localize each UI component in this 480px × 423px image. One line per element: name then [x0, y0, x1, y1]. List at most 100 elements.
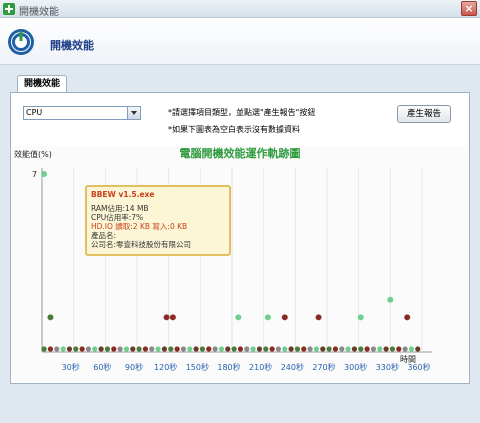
baseline-point — [377, 346, 383, 352]
window-titlebar: 開機效能 × — [0, 0, 480, 18]
close-button[interactable]: × — [461, 1, 477, 16]
x-tick-label: 210秒 — [249, 362, 272, 372]
baseline-point — [206, 346, 212, 352]
chart-title: 電腦開機效能運作軌跡圖 — [180, 146, 301, 160]
baseline-point — [98, 346, 104, 352]
x-tick-label: 150秒 — [186, 362, 209, 372]
baseline-point — [41, 346, 47, 352]
baseline-point — [402, 346, 408, 352]
baseline-point — [47, 346, 54, 352]
type-select[interactable]: CPU — [23, 106, 141, 120]
baseline-point — [66, 346, 73, 352]
app-icon — [3, 3, 15, 15]
baseline-point — [269, 346, 275, 352]
data-point — [281, 314, 288, 321]
baseline-point — [332, 346, 339, 352]
baseline-point — [351, 346, 358, 352]
data-point — [47, 314, 54, 321]
baseline-point — [345, 346, 351, 352]
baseline-point — [364, 346, 370, 352]
x-tick-label: 120秒 — [154, 362, 177, 372]
baseline-point — [161, 346, 168, 352]
baseline-point — [136, 346, 142, 352]
baseline-point — [174, 346, 180, 352]
baseline-point — [149, 346, 155, 352]
baseline-point — [415, 346, 421, 352]
baseline-point — [389, 346, 396, 352]
tooltip-ram: RAM佔用:14 MB — [91, 204, 149, 213]
x-tick-label: 270秒 — [312, 362, 335, 372]
baseline-point — [263, 346, 269, 352]
x-tick-label: 30秒 — [62, 362, 80, 372]
chart-area: 電腦開機效能運作軌跡圖 效能值(%) 7 時間 30秒 60秒 90秒 120秒 150秒 180… — [12, 146, 468, 382]
baseline-point — [288, 346, 294, 352]
tooltip-company: 公司名:零壹科技股份有限公司 — [91, 240, 192, 249]
baseline-point — [339, 346, 345, 352]
baseline-point — [111, 346, 117, 352]
baseline-point — [123, 346, 130, 352]
baseline-point — [79, 346, 85, 352]
x-tick-label: 360秒 — [407, 362, 430, 372]
baseline-point — [307, 346, 313, 352]
data-point — [169, 314, 176, 321]
y-tick-label: 7 — [32, 170, 37, 179]
x-tick-label: 330秒 — [376, 362, 399, 372]
data-point — [404, 314, 411, 321]
data-point — [264, 314, 271, 321]
baseline-point — [168, 346, 174, 352]
window-title: 開機效能 — [19, 7, 59, 18]
x-tick-label: 240秒 — [281, 362, 304, 372]
tab-boot-performance[interactable]: 開機效能 — [17, 75, 67, 93]
baseline-point — [358, 346, 364, 352]
baseline-point — [218, 346, 225, 352]
baseline-point — [301, 346, 307, 352]
data-point — [315, 314, 322, 321]
data-point — [357, 314, 364, 321]
x-tick-label: 60秒 — [93, 362, 111, 372]
baseline-point — [225, 346, 231, 352]
type-select-value: CPU — [26, 108, 43, 117]
x-tick-label: 300秒 — [344, 362, 367, 372]
header-banner: 開機效能 — [0, 18, 480, 65]
data-point — [41, 171, 48, 177]
performance-chart: 電腦開機效能運作軌跡圖效能值(%)7時間30秒 60秒 90秒 120秒 150秒 180… — [14, 146, 432, 372]
baseline-point — [231, 346, 237, 352]
data-point — [235, 314, 242, 321]
process-tooltip: BBEW v1.5.exe RAM佔用:14 MB CPU佔用率:7% HD.I… — [85, 185, 231, 256]
baseline-point — [142, 346, 149, 352]
baseline-point — [193, 346, 199, 352]
data-point — [387, 296, 394, 303]
baseline-point — [104, 346, 111, 352]
baseline-point — [237, 346, 244, 352]
baseline-point — [117, 346, 123, 352]
y-axis-label: 效能值(%) — [14, 149, 52, 159]
baseline-point — [282, 346, 288, 352]
tooltip-cpu: CPU佔用率:7% — [91, 213, 144, 222]
baseline-point — [85, 346, 92, 352]
generate-report-button[interactable]: 產生報告 — [397, 105, 451, 123]
page-title: 開機效能 — [50, 39, 94, 52]
baseline-point — [244, 346, 250, 352]
baseline-point — [180, 346, 187, 352]
baseline-point — [187, 346, 193, 352]
x-tick-label: 90秒 — [125, 362, 143, 372]
x-tick-label: 180秒 — [217, 362, 240, 372]
hint-line-1: *請選擇項目類型，並點選"產生報告"按鈕 — [168, 108, 316, 117]
baseline-point — [408, 346, 415, 352]
hint-line-2: *如果下圖表為空白表示沒有數據資料 — [168, 125, 300, 134]
chevron-down-icon[interactable] — [127, 107, 140, 119]
baseline-point — [275, 346, 282, 352]
power-icon — [8, 29, 34, 55]
status-strip — [0, 392, 480, 423]
baseline-point — [54, 346, 60, 352]
baseline-point — [199, 346, 206, 352]
tooltip-hdio: HD.IO 讀取:2 KB 寫入:0 KB — [91, 222, 188, 231]
baseline-point — [313, 346, 320, 352]
baseline-point — [92, 346, 98, 352]
tooltip-title: BBEW v1.5.exe — [91, 190, 155, 199]
baseline-point — [73, 346, 79, 352]
baseline-point — [256, 346, 263, 352]
tooltip-product: 產品名: — [91, 231, 117, 240]
baseline-point — [60, 346, 66, 352]
baseline-point — [370, 346, 377, 352]
